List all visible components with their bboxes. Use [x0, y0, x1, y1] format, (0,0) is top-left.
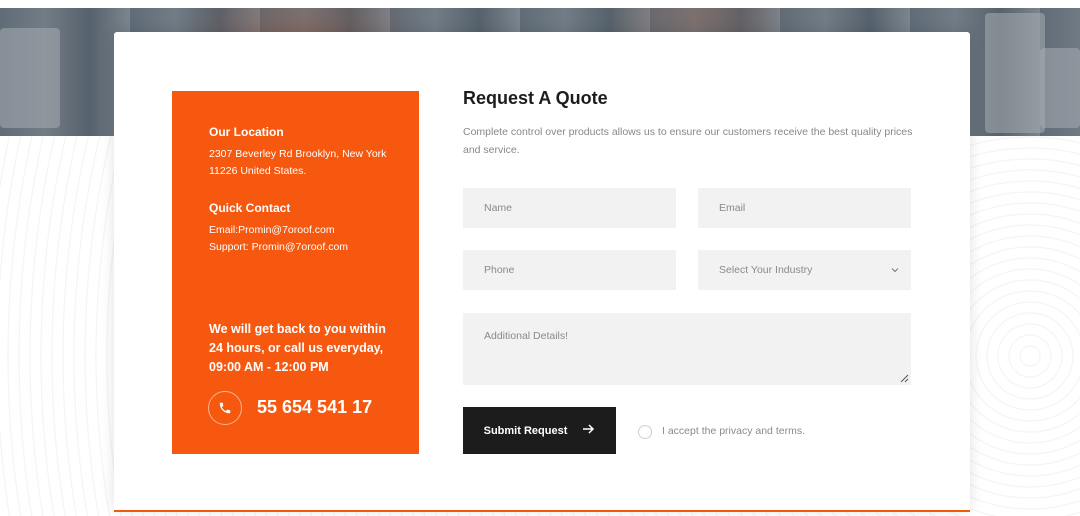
location-heading: Our Location [209, 125, 284, 139]
card-accent-line [114, 510, 970, 512]
contact-support[interactable]: Support: Promin@7oroof.com [209, 239, 409, 256]
address-line-2: 11226 United States. [209, 165, 307, 177]
submit-request-button[interactable]: Submit Request [463, 407, 616, 454]
contact-info-panel: Our Location 2307 Beverley Rd Brooklyn, … [172, 91, 419, 454]
contact-email[interactable]: Email:Promin@7oroof.com [209, 222, 409, 239]
contact-details: Email:Promin@7oroof.com Support: Promin@… [209, 222, 409, 256]
additional-details-textarea[interactable] [463, 313, 911, 385]
callback-line-3: 09:00 AM - 12:00 PM [209, 360, 329, 374]
arrow-right-icon [583, 424, 595, 437]
form-description: Complete control over products allows us… [463, 126, 913, 156]
address: 2307 Beverley Rd Brooklyn, New York 1122… [209, 146, 409, 180]
resize-grip-icon[interactable] [899, 373, 909, 383]
callback-message: We will get back to you within 24 hours,… [209, 320, 399, 377]
industry-select[interactable]: Select Your Industry [698, 250, 911, 290]
name-input[interactable] [463, 188, 676, 228]
accept-terms-checkbox[interactable] [638, 425, 652, 439]
chevron-down-icon [891, 264, 899, 276]
quick-contact-heading: Quick Contact [209, 201, 291, 215]
callback-line-2: 24 hours, or call us everyday, [209, 341, 384, 355]
industry-select-value: Select Your Industry [719, 264, 813, 276]
phone-input[interactable] [463, 250, 676, 290]
submit-label: Submit Request [483, 424, 568, 437]
callback-line-1: We will get back to you within [209, 322, 386, 336]
form-title: Request A Quote [463, 88, 608, 108]
accept-terms-label[interactable]: I accept the privacy and terms. [662, 425, 805, 437]
phone-icon [208, 391, 242, 425]
email-input[interactable] [698, 188, 911, 228]
address-line-1: 2307 Beverley Rd Brooklyn, New York [209, 148, 387, 160]
phone-number[interactable]: 55 654 541 17 [257, 397, 372, 418]
